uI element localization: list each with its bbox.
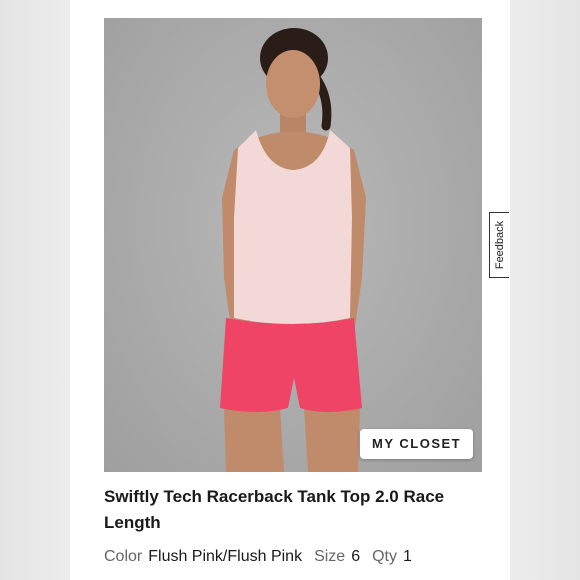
product-title: Swiftly Tech Racerback Tank Top 2.0 Race…	[104, 487, 445, 532]
blurred-background-left	[0, 0, 70, 580]
feedback-tab-label: Feedback	[493, 220, 506, 270]
product-photo[interactable]: MY CLOSET	[104, 18, 482, 472]
right-leg-shape	[304, 408, 360, 472]
color-value: Flush Pink/Flush Pink	[148, 548, 303, 565]
color-label: Color	[104, 548, 143, 565]
screenshot-frame: MY CLOSET Feedback Swiftly Tech Racerbac…	[0, 0, 580, 580]
shorts-shape	[220, 318, 362, 412]
model-illustration	[220, 28, 366, 472]
size-value: 6	[351, 548, 361, 565]
product-attributes: Color Flush Pink/Flush Pink Size 6 Qty 1	[104, 548, 424, 566]
face-shape	[266, 50, 320, 118]
qty-value: 1	[403, 548, 412, 565]
qty-label: Qty	[372, 548, 397, 565]
size-label: Size	[314, 548, 346, 565]
feedback-tab[interactable]: Feedback	[489, 212, 509, 278]
my-closet-button[interactable]: MY CLOSET	[360, 429, 474, 459]
product-card: MY CLOSET Feedback Swiftly Tech Racerbac…	[70, 0, 510, 580]
left-leg-shape	[224, 408, 284, 472]
blurred-background-right	[510, 0, 580, 580]
